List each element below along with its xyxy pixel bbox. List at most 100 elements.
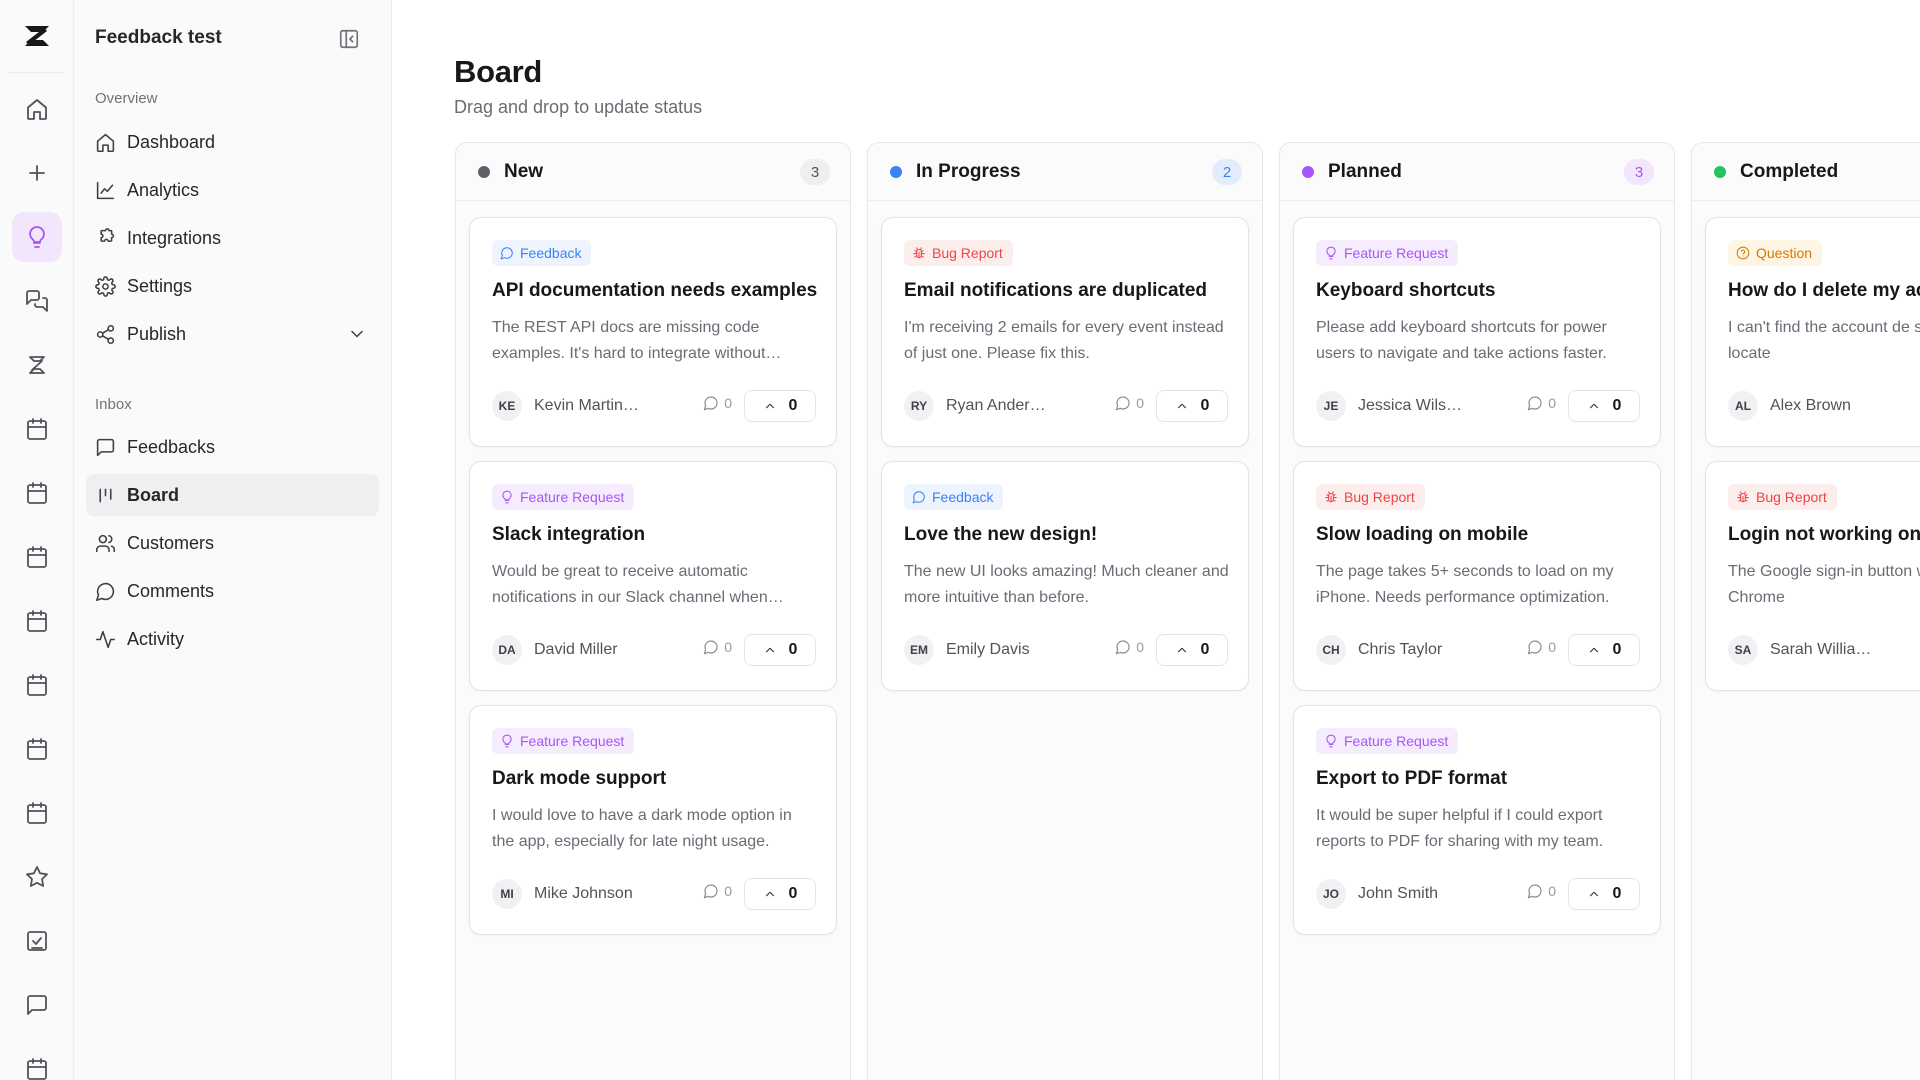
card-footer: AL Alex Brown bbox=[1728, 390, 1920, 422]
upvote-button[interactable]: 0 bbox=[1568, 878, 1640, 910]
sidebar-item-analytics[interactable]: Analytics bbox=[86, 169, 379, 211]
column-header: Planned 3 bbox=[1280, 143, 1674, 201]
rail-calendar-button-6[interactable] bbox=[12, 724, 62, 774]
category-tag: Feature Request bbox=[492, 484, 635, 510]
chevron-up-icon bbox=[765, 891, 774, 897]
calendar-icon bbox=[27, 546, 47, 568]
comment-count-value: 0 bbox=[724, 883, 732, 899]
comment-count[interactable]: 0 bbox=[1115, 395, 1144, 411]
upvote-button[interactable]: 0 bbox=[744, 878, 816, 910]
app-logo[interactable] bbox=[0, 16, 74, 56]
feedback-card[interactable]: Bug Report Email notifications are duplic… bbox=[881, 217, 1249, 447]
column-title: New bbox=[504, 160, 544, 182]
board-column-new: New 3 Feedback API documentation needs exam… bbox=[455, 142, 851, 1080]
rail-calendar-button-1[interactable] bbox=[12, 404, 62, 454]
lightbulb-icon bbox=[502, 734, 512, 748]
rail-calendar-button-5[interactable] bbox=[12, 660, 62, 710]
sidebar-item-integrations[interactable]: Integrations bbox=[86, 217, 379, 259]
comment-count[interactable]: 0 bbox=[1527, 395, 1556, 411]
comment-count[interactable]: 0 bbox=[703, 883, 732, 899]
card-title: Login not working on bbox=[1728, 524, 1920, 545]
sidebar-item-comments[interactable]: Comments bbox=[86, 570, 379, 612]
sidebar-item-feedbacks[interactable]: Feedbacks bbox=[86, 426, 379, 468]
card-footer: JO John Smith 0 0 bbox=[1316, 878, 1640, 910]
page-subtitle: Drag and drop to update status bbox=[454, 97, 703, 117]
feedback-card[interactable]: Feature Request Keyboard shortcuts Please … bbox=[1293, 217, 1661, 447]
upvote-button[interactable]: 0 bbox=[744, 634, 816, 666]
calendar-icon bbox=[27, 482, 47, 504]
activity-icon bbox=[95, 630, 116, 648]
comment-count[interactable]: 0 bbox=[703, 395, 732, 411]
bug-icon bbox=[1325, 491, 1337, 503]
collapse-sidebar-button[interactable] bbox=[338, 28, 360, 50]
vote-count: 0 bbox=[788, 397, 798, 414]
feedback-card[interactable]: Feature Request Slack integration Would be… bbox=[469, 461, 837, 691]
rail-add-button[interactable] bbox=[12, 148, 62, 198]
rail-calendar-button-3[interactable] bbox=[12, 532, 62, 582]
author-name: Ryan Ander… bbox=[946, 397, 1046, 414]
star-icon bbox=[26, 866, 48, 887]
sidebar-item-settings[interactable]: Settings bbox=[86, 265, 379, 307]
upvote-button[interactable]: 0 bbox=[1568, 390, 1640, 422]
upvote-button[interactable]: 0 bbox=[744, 390, 816, 422]
card-footer: EM Emily Davis 0 0 bbox=[904, 634, 1228, 666]
column-count-badge: 2 bbox=[1212, 159, 1242, 185]
users-icon bbox=[95, 534, 116, 552]
rail-chat-button[interactable] bbox=[12, 980, 62, 1030]
sidebar-item-activity[interactable]: Activity bbox=[86, 618, 379, 660]
comment-count[interactable]: 0 bbox=[1527, 639, 1556, 655]
card-footer: CH Chris Taylor 0 0 bbox=[1316, 634, 1640, 666]
rail-tasks-button[interactable] bbox=[12, 916, 62, 966]
calendar-icon bbox=[27, 1058, 47, 1080]
sidebar-item-publish[interactable]: Publish bbox=[86, 313, 379, 355]
puzzle-icon bbox=[100, 227, 115, 242]
column-title: Completed bbox=[1740, 160, 1839, 182]
feedback-card[interactable]: Bug Report Slow loading on mobile The page… bbox=[1293, 461, 1661, 691]
comment-count[interactable]: 0 bbox=[1527, 883, 1556, 899]
vote-count: 0 bbox=[1612, 641, 1622, 658]
status-dot bbox=[1302, 165, 1314, 178]
feedback-card[interactable]: Feedback API documentation needs examples… bbox=[469, 217, 837, 447]
feedback-card[interactable]: Feature Request Dark mode support I would … bbox=[469, 705, 837, 935]
kanban-icon bbox=[99, 488, 112, 502]
feedback-card[interactable]: Bug Report Login not working on The Google… bbox=[1705, 461, 1920, 691]
category-tag-label: Feature Request bbox=[520, 733, 625, 749]
card-description: The REST API docs are missing code examp… bbox=[492, 319, 782, 362]
author-name: Sarah Willia… bbox=[1770, 641, 1872, 658]
sidebar-item-label: Integrations bbox=[127, 227, 222, 248]
sidebar-item-label: Feedbacks bbox=[127, 436, 216, 457]
feedback-card[interactable]: Question How do I delete my ac I can't fin… bbox=[1705, 217, 1920, 447]
card-description: I'm receiving 2 emails for every event i… bbox=[904, 319, 1224, 362]
author-name: Jessica Wils… bbox=[1358, 397, 1463, 414]
rail-home-button[interactable] bbox=[12, 84, 62, 134]
upvote-button[interactable]: 0 bbox=[1156, 390, 1228, 422]
upvote-button[interactable]: 0 bbox=[1568, 634, 1640, 666]
comment-count[interactable]: 0 bbox=[1115, 639, 1144, 655]
upvote-button[interactable]: 0 bbox=[1156, 634, 1228, 666]
rail-calendar-button-7[interactable] bbox=[12, 788, 62, 838]
author-name: Alex Brown bbox=[1770, 397, 1851, 414]
feedback-card[interactable]: Feature Request Export to PDF format It wo… bbox=[1293, 705, 1661, 935]
rail-calendar-button-4[interactable] bbox=[12, 596, 62, 646]
sidebar-item-customers[interactable]: Customers bbox=[86, 522, 379, 564]
column-count-badge: 3 bbox=[1624, 159, 1654, 185]
vote-count: 0 bbox=[788, 885, 798, 902]
sidebar-item-board[interactable]: Board bbox=[86, 474, 379, 516]
rail-calendar-button-8[interactable] bbox=[12, 1044, 62, 1080]
rail-brand-button[interactable] bbox=[12, 340, 62, 390]
rail-messages-button[interactable] bbox=[12, 276, 62, 326]
comment-count[interactable]: 0 bbox=[703, 639, 732, 655]
chevron-up-icon bbox=[1177, 647, 1186, 653]
rail-feedback-button[interactable] bbox=[12, 212, 62, 262]
message-circle-icon bbox=[1527, 396, 1542, 411]
card-description: The new UI looks amazing! Much cleaner a… bbox=[904, 563, 1229, 606]
sidebar-item-dashboard[interactable]: Dashboard bbox=[86, 121, 379, 163]
card-description: It would be super helpful if I could exp… bbox=[1316, 807, 1604, 850]
category-tag: Feature Request bbox=[492, 728, 635, 754]
rail-star-button[interactable] bbox=[12, 852, 62, 902]
category-tag: Feedback bbox=[904, 484, 1004, 510]
rail-calendar-button-2[interactable] bbox=[12, 468, 62, 518]
feedback-card[interactable]: Feedback Love the new design! The new UI l… bbox=[881, 461, 1249, 691]
sidebar-item-label: Customers bbox=[127, 532, 215, 553]
calendar-icon bbox=[27, 610, 47, 632]
